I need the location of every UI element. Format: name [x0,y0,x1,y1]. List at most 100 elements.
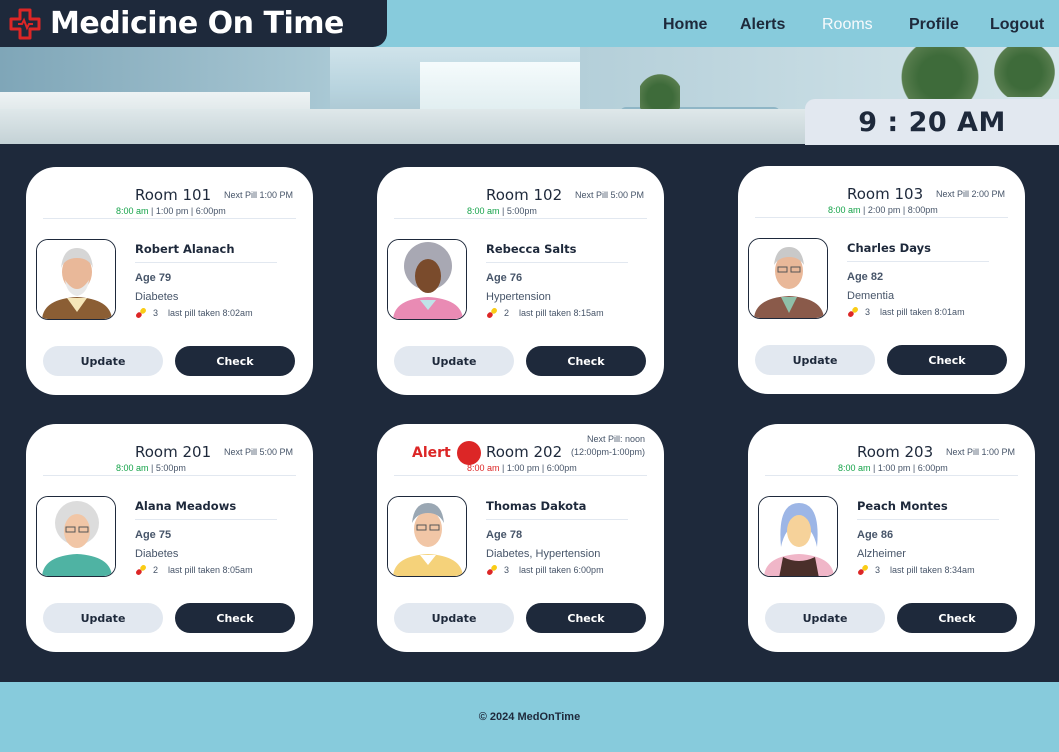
update-button[interactable]: Update [755,345,875,375]
room-number: Room 101 [135,186,212,204]
check-button[interactable]: Check [175,346,295,376]
footer: © 2024 MedOnTime [0,682,1059,752]
pill-icon [848,307,858,317]
brand-name: Medicine On Time [50,6,344,41]
patient-age: Age 78 [486,529,523,541]
patient-age: Age 79 [135,272,172,284]
pill-count: 3 [865,307,871,317]
clock-display: 9 : 20 AM [805,99,1059,145]
room-card-102: Room 102 Next Pill 5:00 PM 8:00 am | 5:0… [377,167,664,395]
pill-icon [136,565,146,575]
avatar [387,496,467,577]
patient-condition: Alzheimer [857,548,906,560]
patient-name: Thomas Dakota [486,499,587,513]
check-button[interactable]: Check [526,603,646,633]
room-number: Room 102 [486,186,563,204]
room-number: Room 103 [847,185,924,203]
pill-icon [858,565,868,575]
nav-rooms[interactable]: Rooms [822,16,873,34]
patient-name: Charles Days [847,241,931,255]
room-card-101: Room 101 Next Pill 1:00 PM 8:00 am | 1:0… [26,167,313,395]
patient-name: Peach Montes [857,499,948,513]
patient-name: Rebecca Salts [486,242,577,256]
patient-condition: Diabetes [135,291,179,303]
medical-cross-logo-icon [9,8,41,39]
pill-count: 3 [875,565,881,575]
elderly-man-avatar-icon [749,239,827,318]
elderly-woman-avatar-icon [388,240,466,319]
last-pill-taken: last pill taken 8:05am [168,565,253,575]
next-pill: Next Pill 1:00 PM [224,190,294,200]
update-button[interactable]: Update [765,603,885,633]
copyright-text: © 2024 MedOnTime [478,711,581,723]
update-button[interactable]: Update [394,346,514,376]
pill-icon [136,308,146,318]
next-pill: Next Pill 1:00 PM [946,447,1016,457]
last-pill-taken: last pill taken 8:02am [168,308,253,318]
room-card-201: Room 201 Next Pill 5:00 PM 8:00 am | 5:0… [26,424,313,652]
nav-profile[interactable]: Profile [909,16,959,34]
top-nav-bar: Medicine On Time Home Alerts Rooms Profi… [0,0,1059,47]
pill-info: 2 last pill taken 8:15am [486,306,604,320]
avatar [36,496,116,577]
check-button[interactable]: Check [175,603,295,633]
pill-count: 2 [504,308,510,318]
patient-condition: Dementia [847,290,895,302]
pill-info: 3 last pill taken 6:00pm [486,563,604,577]
room-card-203: Room 203 Next Pill 1:00 PM 8:00 am | 1:0… [748,424,1035,652]
nav-home[interactable]: Home [663,16,707,34]
patient-name: Robert Alanach [135,242,235,256]
update-button[interactable]: Update [43,346,163,376]
pill-schedule: 8:00 am | 5:00pm [467,206,537,216]
last-pill-taken: last pill taken 6:00pm [519,565,604,575]
pill-count: 3 [504,565,510,575]
patient-condition: Diabetes [135,548,179,560]
elderly-woman-avatar-icon [37,497,115,576]
next-pill: Next Pill 2:00 PM [936,189,1006,199]
pill-schedule: 8:00 am | 1:00 pm | 6:00pm [467,463,577,473]
patient-age: Age 75 [135,529,172,541]
room-card-202: Alert Room 202 Next Pill: noon (12:00pm-… [377,424,664,652]
pill-count: 2 [153,565,159,575]
next-pill: Next Pill: noon (12:00pm-1:00pm) [571,434,646,457]
patient-age: Age 86 [857,529,894,541]
elderly-man-avatar-icon [388,497,466,576]
pill-info: 2 last pill taken 8:05am [135,563,253,577]
pill-info: 3 last pill taken 8:34am [857,563,975,577]
last-pill-taken: last pill taken 8:01am [880,307,965,317]
room-number: Room 202 [486,443,563,461]
brand[interactable]: Medicine On Time [0,0,387,47]
elderly-woman-avatar-icon [759,497,837,576]
pill-schedule: 8:00 am | 2:00 pm | 8:00pm [828,205,938,215]
room-number: Room 203 [857,443,934,461]
pill-schedule: 8:00 am | 1:00 pm | 6:00pm [838,463,948,473]
alert-label: Alert [412,445,451,461]
next-pill: Next Pill 5:00 PM [224,447,294,457]
avatar [748,238,828,319]
clock-time: 9 : 20 AM [858,106,1006,138]
avatar [387,239,467,320]
patient-age: Age 82 [847,271,884,283]
pill-icon [487,565,497,575]
avatar [36,239,116,320]
patient-name: Alana Meadows [135,499,237,513]
update-button[interactable]: Update [43,603,163,633]
last-pill-taken: last pill taken 8:34am [890,565,975,575]
pill-schedule: 8:00 am | 5:00pm [116,463,186,473]
pill-info: 3 last pill taken 8:02am [135,306,253,320]
pill-info: 3 last pill taken 8:01am [847,305,965,319]
alert-badge[interactable]: Alert [412,441,481,465]
check-button[interactable]: Check [887,345,1007,375]
elderly-man-avatar-icon [37,240,115,319]
pill-schedule: 8:00 am | 1:00 pm | 6:00pm [116,206,226,216]
avatar [758,496,838,577]
next-pill: Next Pill 5:00 PM [575,190,645,200]
patient-age: Age 76 [486,272,523,284]
last-pill-taken: last pill taken 8:15am [519,308,604,318]
nav-logout[interactable]: Logout [990,16,1044,34]
nav-alerts[interactable]: Alerts [740,16,785,34]
patient-condition: Hypertension [486,291,551,303]
check-button[interactable]: Check [526,346,646,376]
update-button[interactable]: Update [394,603,514,633]
check-button[interactable]: Check [897,603,1017,633]
